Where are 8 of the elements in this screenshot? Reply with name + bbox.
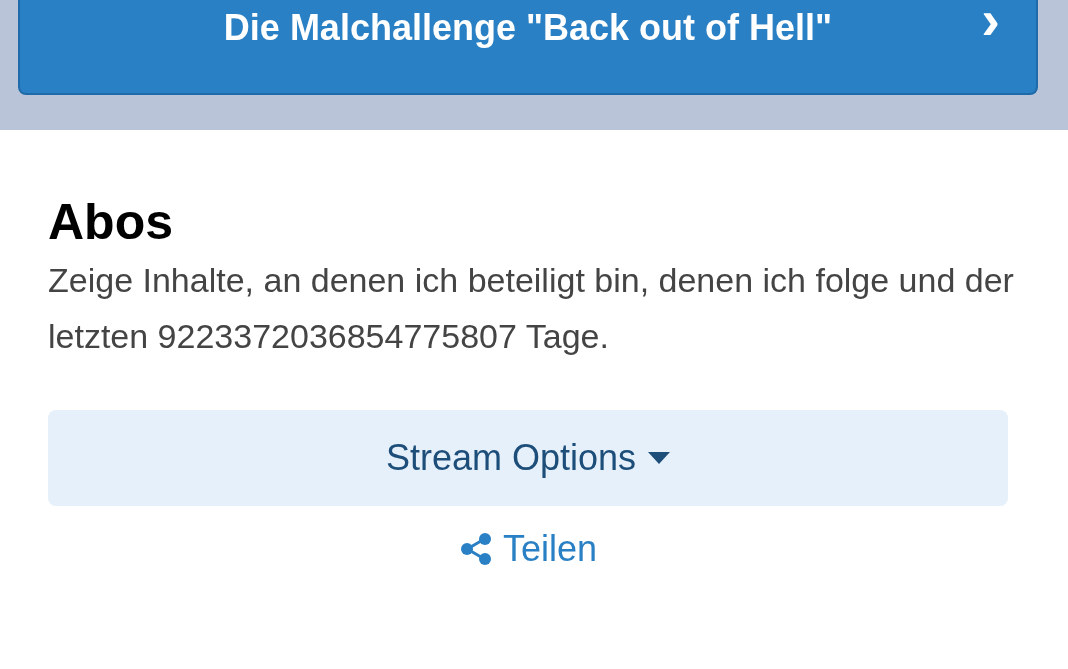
share-link[interactable]: Teilen [458, 528, 598, 570]
section-description: Zeige Inhalte, an denen ich beteiligt bin, denen ich folge und der letzten 9223372036854775807 Tage. [48, 260, 1015, 357]
stream-options-button[interactable]: Stream Options [48, 410, 1008, 506]
challenge-button[interactable]: Die Malchallenge "Back out of Hell" › [18, 0, 1038, 95]
share-icon [458, 532, 493, 566]
caret-icon [648, 452, 671, 464]
section-title: Abos [48, 193, 174, 252]
chevron-icon: › [981, 0, 1000, 48]
